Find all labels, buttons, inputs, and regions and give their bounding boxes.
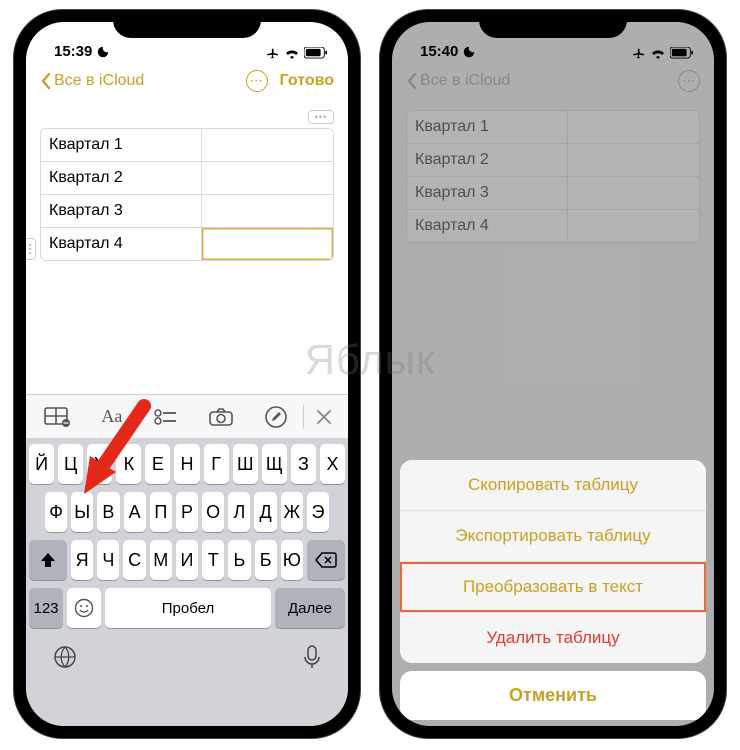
- emoji-icon: [74, 598, 94, 618]
- do-not-disturb-icon: [96, 45, 110, 59]
- back-label: Все в iCloud: [54, 72, 144, 90]
- close-keyboard-button[interactable]: [304, 409, 344, 425]
- wifi-icon: [284, 47, 300, 59]
- letter-key[interactable]: Ж: [281, 492, 303, 532]
- keyboard-row: ФЫВАПРОЛДЖЭ: [29, 492, 345, 532]
- action-sheet: Скопировать таблицу Экспортировать табли…: [400, 460, 706, 720]
- letter-key[interactable]: З: [291, 444, 316, 484]
- sheet-export-table[interactable]: Экспортировать таблицу: [400, 511, 706, 562]
- letter-key[interactable]: Т: [202, 540, 224, 580]
- keyboard-toolbar: Aa: [26, 394, 348, 438]
- letter-key[interactable]: Ь: [228, 540, 250, 580]
- phone-right: 15:40 Все в iCloud ⋯: [380, 10, 726, 738]
- sheet-delete-table[interactable]: Удалить таблицу: [400, 613, 706, 663]
- letter-key[interactable]: Л: [228, 492, 250, 532]
- numeric-key[interactable]: 123: [29, 588, 63, 628]
- letter-key[interactable]: Г: [204, 444, 229, 484]
- letter-key[interactable]: Д: [254, 492, 276, 532]
- table-row: Квартал 3: [41, 195, 333, 228]
- keyboard[interactable]: ЙЦУКЕНГШЩЗХ ФЫВАПРОЛДЖЭ ЯЧСМИТЬБЮ 123 Пр…: [26, 438, 348, 726]
- table-column-more-icon[interactable]: •••: [308, 110, 334, 124]
- table-row: Квартал 4: [41, 228, 333, 260]
- camera-button[interactable]: [194, 408, 249, 426]
- more-menu-button[interactable]: ⋯: [246, 70, 268, 92]
- letter-key[interactable]: М: [150, 540, 172, 580]
- letter-key[interactable]: Н: [174, 444, 199, 484]
- letter-key[interactable]: Б: [255, 540, 277, 580]
- letter-key[interactable]: О: [202, 492, 224, 532]
- letter-key[interactable]: Х: [320, 444, 345, 484]
- note-table[interactable]: Квартал 1 Квартал 2 Квартал 3 Квартал 4: [40, 128, 334, 261]
- table-icon: [44, 407, 70, 427]
- battery-icon: [304, 47, 328, 59]
- keyboard-row: ЯЧСМИТЬБЮ: [29, 540, 345, 580]
- phone-left: 15:39 Все в iCloud ⋯ Готово: [14, 10, 360, 738]
- shift-key[interactable]: [29, 540, 67, 580]
- chevron-left-icon: [40, 72, 52, 90]
- row-handle-icon[interactable]: [26, 238, 36, 260]
- letter-key[interactable]: Р: [176, 492, 198, 532]
- sheet-convert-to-text[interactable]: Преобразовать в текст: [400, 562, 706, 613]
- globe-icon[interactable]: [53, 645, 77, 669]
- letter-key[interactable]: Ю: [281, 540, 303, 580]
- emoji-key[interactable]: [67, 588, 101, 628]
- keyboard-row: ЙЦУКЕНГШЩЗХ: [29, 444, 345, 484]
- annotation-arrow-icon: [80, 396, 160, 506]
- notch: [479, 10, 627, 38]
- done-button[interactable]: Готово: [280, 72, 334, 90]
- letter-key[interactable]: Я: [71, 540, 93, 580]
- nav-bar: Все в iCloud ⋯ Готово: [26, 62, 348, 100]
- letter-key[interactable]: Э: [307, 492, 329, 532]
- letter-key[interactable]: Ч: [97, 540, 119, 580]
- airplane-mode-icon: [266, 46, 280, 60]
- letter-key[interactable]: Ф: [45, 492, 67, 532]
- letter-key[interactable]: С: [123, 540, 145, 580]
- backspace-key[interactable]: [307, 540, 345, 580]
- pencil-icon: [265, 406, 287, 428]
- sheet-cancel[interactable]: Отменить: [400, 671, 706, 720]
- back-button[interactable]: Все в iCloud: [40, 72, 144, 90]
- table-row: Квартал 2: [41, 162, 333, 195]
- table-row: Квартал 1: [41, 129, 333, 162]
- letter-key[interactable]: Щ: [262, 444, 287, 484]
- status-time: 15:39: [54, 43, 92, 60]
- sheet-copy-table[interactable]: Скопировать таблицу: [400, 460, 706, 511]
- close-icon: [316, 409, 332, 425]
- keyboard-row: 123 Пробел Далее: [29, 588, 345, 628]
- markup-button[interactable]: [248, 406, 303, 428]
- letter-key[interactable]: Й: [29, 444, 54, 484]
- notch: [113, 10, 261, 38]
- shift-icon: [39, 551, 57, 569]
- backspace-icon: [315, 552, 337, 568]
- note-body[interactable]: ••• Квартал 1 Квартал 2 Квартал 3 Кварта…: [26, 100, 348, 271]
- notes-screen-editing: 15:39 Все в iCloud ⋯ Готово: [26, 22, 348, 726]
- space-key[interactable]: Пробел: [105, 588, 271, 628]
- notes-screen-actionsheet: 15:40 Все в iCloud ⋯: [392, 22, 714, 726]
- camera-icon: [209, 408, 233, 426]
- table-tool-button[interactable]: [30, 407, 85, 427]
- letter-key[interactable]: И: [176, 540, 198, 580]
- mic-icon[interactable]: [303, 645, 321, 669]
- letter-key[interactable]: Ш: [233, 444, 258, 484]
- next-key[interactable]: Далее: [275, 588, 345, 628]
